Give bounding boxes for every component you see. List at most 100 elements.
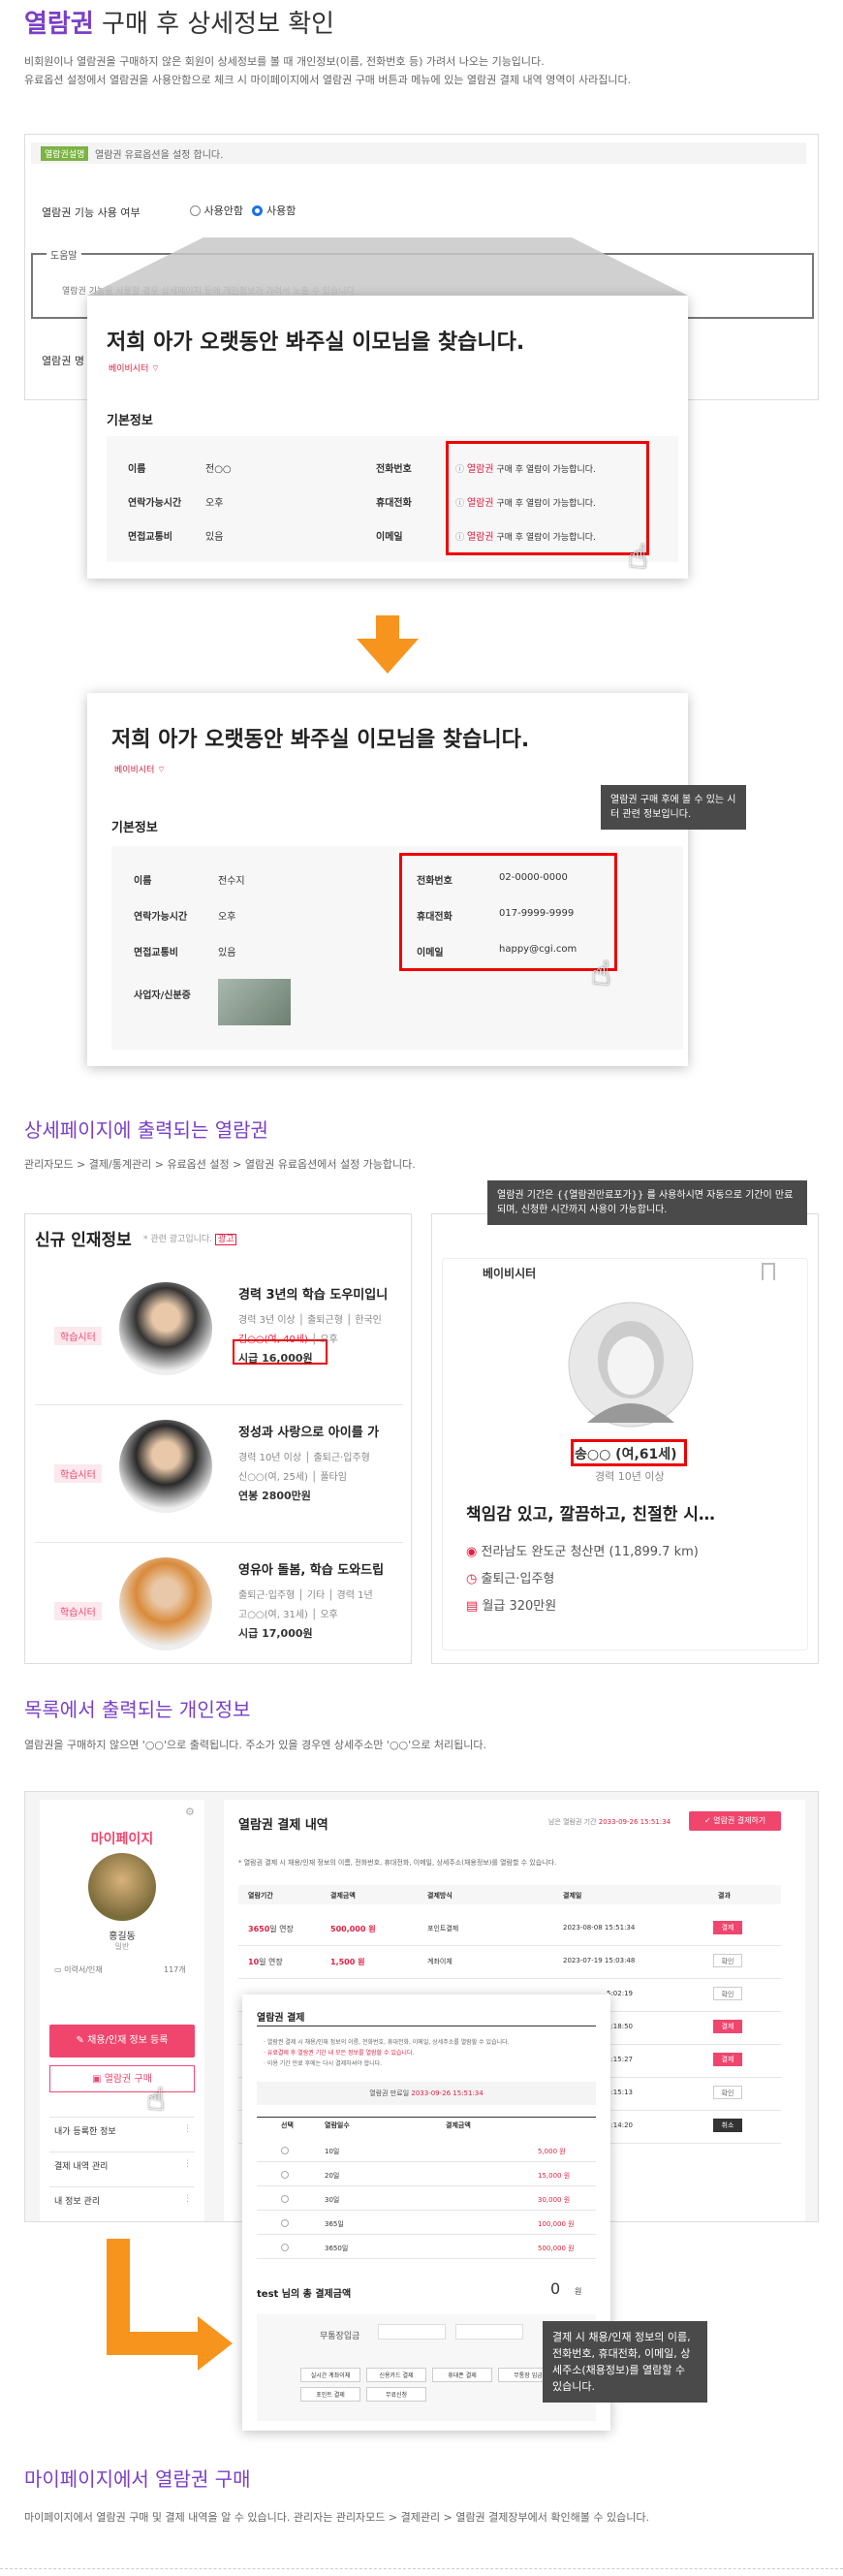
pay-pass-button[interactable]: ✓ 열람권 결제하기 bbox=[689, 1811, 781, 1831]
modal-note: · 이용 기간 만료 후에는 다시 결제하셔야 합니다. bbox=[264, 2060, 383, 2067]
option-amount: 15,000 원 bbox=[538, 2172, 571, 2180]
locked-value: ⓘ 열람권 구매 후 열람이 가능합니다. bbox=[455, 528, 596, 543]
list-meta: 경력 3년 이상 │ 출퇴근형 │ 한국인 bbox=[238, 1315, 382, 1326]
result-button[interactable]: 확인 bbox=[713, 1987, 742, 2000]
result-button[interactable]: 취소 bbox=[713, 2119, 742, 2132]
doc-icon: ▭ bbox=[54, 1965, 62, 1974]
list-time: 오후 bbox=[320, 1335, 338, 1345]
period-unit: 일 연장 bbox=[269, 1925, 294, 1933]
period-unit: 일 연장 bbox=[259, 1958, 283, 1966]
bottom-divider bbox=[0, 2568, 843, 2569]
down-arrow-icon bbox=[357, 615, 419, 674]
locked-value: ⓘ 열람권 구매 후 열람이 가능합니다. bbox=[455, 494, 596, 509]
result-button[interactable]: 결제 bbox=[713, 2053, 742, 2066]
date-cell: 8:18:50 bbox=[607, 2023, 633, 2030]
total-label: test 님의 총 결제금액 bbox=[257, 2289, 352, 2300]
more-icon[interactable]: ⋮ bbox=[183, 2194, 192, 2204]
list-pay: 시급 17,000원 bbox=[238, 1627, 313, 1640]
menu-item[interactable]: 결제 내역 관리 bbox=[54, 2159, 108, 2172]
lock-suffix: 구매 후 열람이 가능합니다. bbox=[493, 465, 596, 475]
result-button[interactable]: 확인 bbox=[713, 2086, 742, 2099]
date-cell: 8:15:13 bbox=[607, 2089, 633, 2096]
option-radio[interactable] bbox=[281, 2195, 289, 2203]
radio-on[interactable] bbox=[252, 205, 264, 216]
table-header: 결제방식 bbox=[427, 1892, 453, 1900]
hand-cursor-icon: ☝ bbox=[146, 2081, 166, 2118]
row-value: 전수지 bbox=[218, 876, 245, 887]
section2-title: 상세페이지에 출력되는 열람권 bbox=[24, 1118, 268, 1142]
main-notice: * 열람권 결제 시 채용/인재 정보의 이름, 전화번호, 휴대전화, 이메일… bbox=[238, 1859, 557, 1867]
menu-item[interactable]: 내 정보 관리 bbox=[54, 2194, 100, 2207]
table-header: 결제일 bbox=[563, 1892, 582, 1900]
register-button[interactable]: ✎ 채용/인재 정보 등록 bbox=[49, 2025, 195, 2058]
row-label: 이메일 bbox=[417, 948, 444, 958]
section2-desc: 관리자모드 > 결제/통계관리 > 유료옵션 설정 > 열람권 유료옵션에서 설… bbox=[24, 1158, 416, 1171]
more-icon[interactable]: ⋮ bbox=[183, 2159, 192, 2169]
result-button[interactable]: 결제 bbox=[713, 1921, 742, 1934]
zoom-projection bbox=[87, 237, 688, 296]
locked-value: ⓘ 열람권 구매 후 열람이 가능합니다. bbox=[455, 460, 596, 475]
row-value: 02-0000-0000 bbox=[499, 872, 568, 883]
list-meta: 출퇴근·입주형 │ 기타 │ 경력 1년 bbox=[238, 1590, 373, 1601]
side-title: 마이페이지 bbox=[90, 1832, 154, 1847]
list-pay: 시급 16,000원 bbox=[238, 1352, 313, 1365]
date-cell: 8:14:20 bbox=[607, 2121, 633, 2129]
option-amount: 100,000 원 bbox=[538, 2220, 575, 2228]
option-divider bbox=[257, 2161, 596, 2162]
list-headline: 경력 3년의 학습 도우미입니 bbox=[238, 1288, 389, 1303]
pay-method-button[interactable]: 실시간 계좌이체 bbox=[300, 2368, 360, 2382]
option-days: 10일 bbox=[325, 2148, 340, 2155]
row-value: 오후 bbox=[218, 912, 236, 923]
list-sep: │ bbox=[307, 1335, 321, 1345]
clock-icon: ◷ bbox=[466, 1572, 478, 1586]
profile-pay: 월급 320만원 bbox=[482, 1599, 557, 1614]
option-divider bbox=[257, 2234, 596, 2235]
option-radio[interactable] bbox=[281, 2244, 289, 2251]
row-value: happy@cgi.com bbox=[499, 944, 578, 955]
section-label: 기본정보 bbox=[107, 414, 153, 428]
lock-text: 열람권 bbox=[466, 532, 494, 543]
list-sep: │ bbox=[307, 1472, 321, 1483]
main-title: 열람권 결제 내역 bbox=[238, 1818, 328, 1833]
depositor-input[interactable] bbox=[378, 2324, 446, 2340]
more-icon[interactable]: ⋮ bbox=[183, 2124, 192, 2134]
pay-method-button[interactable]: 포인트 결제 bbox=[300, 2387, 360, 2402]
row-label: 연락가능시간 bbox=[128, 498, 182, 509]
talent-list-title: 신규 인재정보 bbox=[35, 1231, 132, 1250]
bookmark-icon[interactable] bbox=[762, 1263, 775, 1280]
pay-method-button[interactable]: 휴대폰 결제 bbox=[432, 2368, 492, 2382]
list-headline: 영유아 돌봄, 학습 도와드립 bbox=[238, 1563, 385, 1578]
row-label: 전화번호 bbox=[417, 876, 453, 887]
option-radio[interactable] bbox=[281, 2171, 289, 2179]
list-name: 신○○(여, 25세) bbox=[238, 1472, 308, 1483]
result-button[interactable]: 확인 bbox=[713, 1954, 742, 1967]
buy-pass-button[interactable]: ▣ 열람권 구매 bbox=[49, 2065, 195, 2092]
method-cell: 계좌이체 bbox=[427, 1958, 453, 1965]
option-days: 30일 bbox=[325, 2196, 340, 2204]
menu-item[interactable]: 내가 등록한 정보 bbox=[54, 2124, 116, 2137]
row-label: 휴대전화 bbox=[417, 912, 453, 923]
list-divider bbox=[35, 1404, 403, 1405]
use-radio-group: 사용안함 사용함 bbox=[190, 203, 296, 218]
pay-method-button[interactable]: 무료신청 bbox=[366, 2387, 426, 2402]
admin-tag: 열람권설명 bbox=[41, 146, 89, 161]
ticket-icon: ▣ bbox=[92, 2074, 102, 2085]
pay-method-button[interactable]: 신용카드 결제 bbox=[366, 2368, 426, 2382]
result-button[interactable]: 결제 bbox=[713, 2020, 742, 2033]
option-amount: 500,000 원 bbox=[538, 2245, 575, 2252]
period-cell: 10일 연장 bbox=[248, 1957, 283, 1967]
list-name: 김○○(여, 40세) bbox=[238, 1335, 308, 1345]
pencil-icon: ✎ bbox=[76, 2035, 84, 2046]
radio-off[interactable] bbox=[190, 205, 201, 216]
section-label-2: 기본정보 bbox=[111, 821, 158, 835]
avatar-illustration bbox=[568, 1302, 694, 1428]
hand-cursor-icon: ☝ bbox=[591, 955, 611, 993]
gear-icon[interactable]: ⚙ bbox=[185, 1806, 195, 1818]
wifi-icon: ⌔ bbox=[157, 766, 166, 775]
option-amount: 5,000 원 bbox=[538, 2148, 566, 2155]
row-value: 있음 bbox=[218, 948, 236, 958]
option-radio[interactable] bbox=[281, 2219, 289, 2227]
period-callout: 열람권 기간은 {{열람권만료포가}} 를 사용하시면 자동으로 기간이 만료되… bbox=[487, 1180, 807, 1225]
account-select[interactable] bbox=[455, 2324, 523, 2340]
option-radio[interactable] bbox=[281, 2147, 289, 2154]
